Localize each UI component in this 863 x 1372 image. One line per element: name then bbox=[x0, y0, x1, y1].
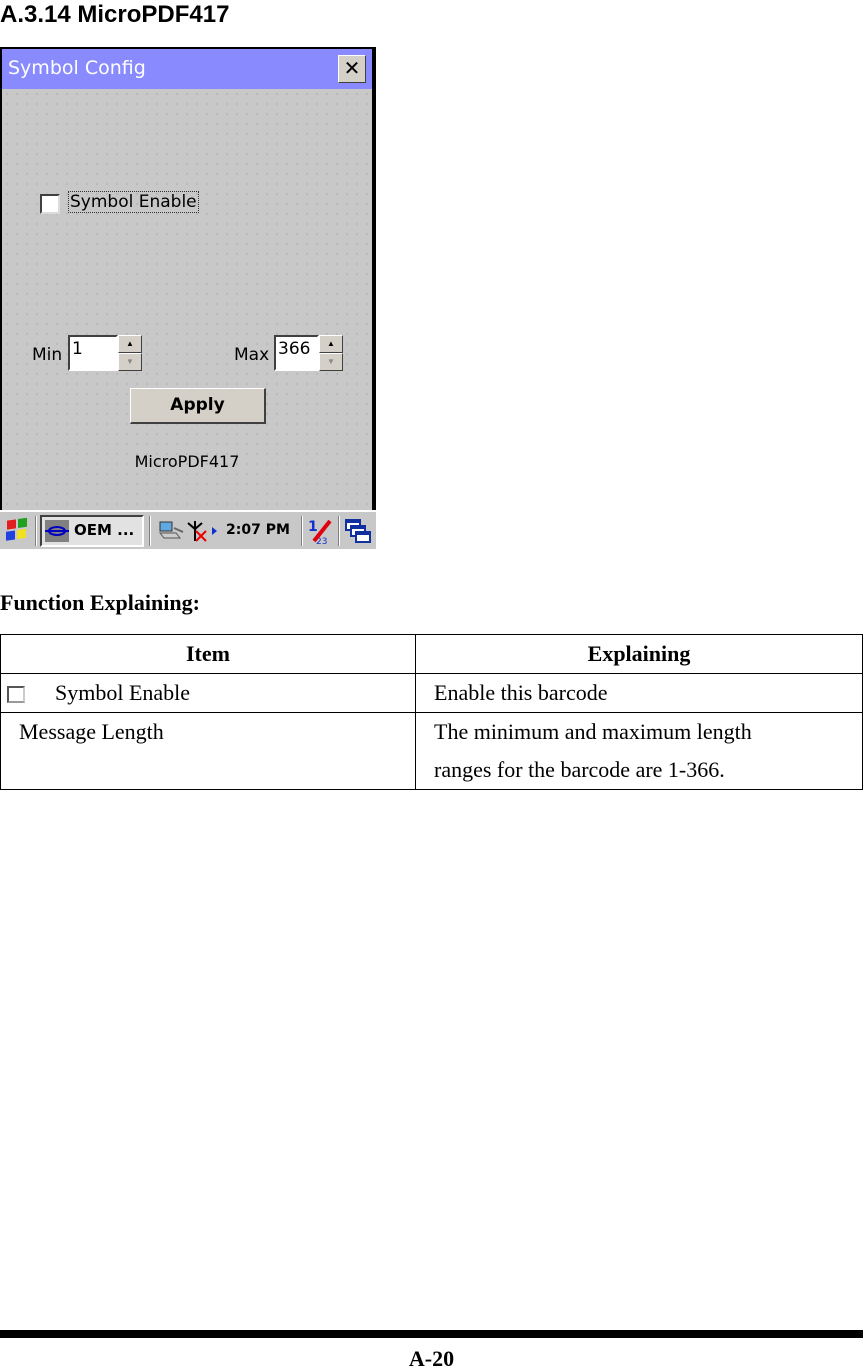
taskbar-separator bbox=[35, 516, 37, 546]
taskbar-separator bbox=[338, 516, 340, 546]
max-spinner[interactable]: ▲ ▼ bbox=[319, 335, 343, 371]
checkbox-icon bbox=[7, 686, 25, 704]
explain-line: The minimum and maximum length bbox=[434, 719, 752, 744]
close-button[interactable]: ✕ bbox=[338, 55, 366, 83]
header-explaining: Explaining bbox=[415, 634, 863, 674]
header-item: Item bbox=[0, 634, 416, 674]
table-row: Message Length The minimum and maximum l… bbox=[0, 712, 863, 790]
device-screenshot: Symbol Config ✕ Symbol Enable Min 1 ▲ ▼ … bbox=[0, 47, 376, 549]
function-explaining-title: Function Explaining: bbox=[0, 590, 200, 615]
max-input[interactable]: 366 bbox=[274, 335, 319, 371]
min-input[interactable]: 1 bbox=[68, 335, 118, 371]
taskbar-separator bbox=[149, 516, 151, 546]
table-header-row: Item Explaining bbox=[0, 634, 863, 674]
oem-app-icon bbox=[45, 520, 69, 542]
taskbar-separator bbox=[301, 516, 303, 546]
min-spinner[interactable]: ▲ ▼ bbox=[118, 335, 142, 371]
min-down-arrow-icon[interactable]: ▼ bbox=[118, 353, 142, 371]
apply-button[interactable]: Apply bbox=[130, 388, 266, 424]
page-number: A-20 bbox=[408, 1346, 455, 1371]
network-icon[interactable] bbox=[158, 520, 184, 542]
task-button-oem[interactable]: OEM ... bbox=[40, 515, 144, 547]
taskbar: OEM ... 2:07 PM 1 23 bbox=[0, 510, 376, 549]
max-up-arrow-icon[interactable]: ▲ bbox=[319, 335, 343, 353]
table-row: Symbol Enable Enable this barcode bbox=[0, 673, 863, 713]
signal-off-icon[interactable] bbox=[186, 519, 222, 543]
window-title: Symbol Config bbox=[8, 57, 146, 79]
min-label: Min bbox=[32, 345, 63, 365]
max-down-arrow-icon[interactable]: ▼ bbox=[319, 353, 343, 371]
svg-text:1: 1 bbox=[308, 519, 318, 535]
close-icon: ✕ bbox=[343, 56, 361, 80]
symbology-name: MicroPDF417 bbox=[134, 452, 240, 471]
explain-cell: The minimum and maximum length ranges for… bbox=[415, 712, 863, 790]
switch-windows-icon[interactable] bbox=[344, 518, 372, 544]
clock[interactable]: 2:07 PM bbox=[226, 522, 290, 538]
task-label: OEM ... bbox=[74, 521, 135, 539]
item-text: Symbol Enable bbox=[55, 680, 191, 705]
explain-cell: Enable this barcode bbox=[415, 673, 863, 713]
symbol-enable-checkbox[interactable] bbox=[40, 194, 60, 214]
item-cell: Symbol Enable bbox=[0, 673, 416, 713]
symbol-enable-label[interactable]: Symbol Enable bbox=[68, 191, 199, 213]
explain-line: ranges for the barcode are 1-366. bbox=[434, 757, 725, 782]
symbol-config-window: Symbol Config ✕ Symbol Enable Min 1 ▲ ▼ … bbox=[2, 49, 374, 510]
section-title: A.3.14 MicroPDF417 bbox=[0, 1, 230, 28]
footer-rule bbox=[0, 1330, 863, 1338]
max-label: Max bbox=[234, 345, 270, 365]
explain-table: Item Explaining Symbol Enable Enable thi… bbox=[0, 634, 863, 790]
input-panel-icon[interactable]: 1 23 bbox=[306, 517, 334, 545]
item-cell: Message Length bbox=[0, 712, 416, 790]
min-up-arrow-icon[interactable]: ▲ bbox=[118, 335, 142, 353]
start-icon[interactable] bbox=[4, 518, 30, 544]
title-bar: Symbol Config ✕ bbox=[2, 49, 372, 89]
